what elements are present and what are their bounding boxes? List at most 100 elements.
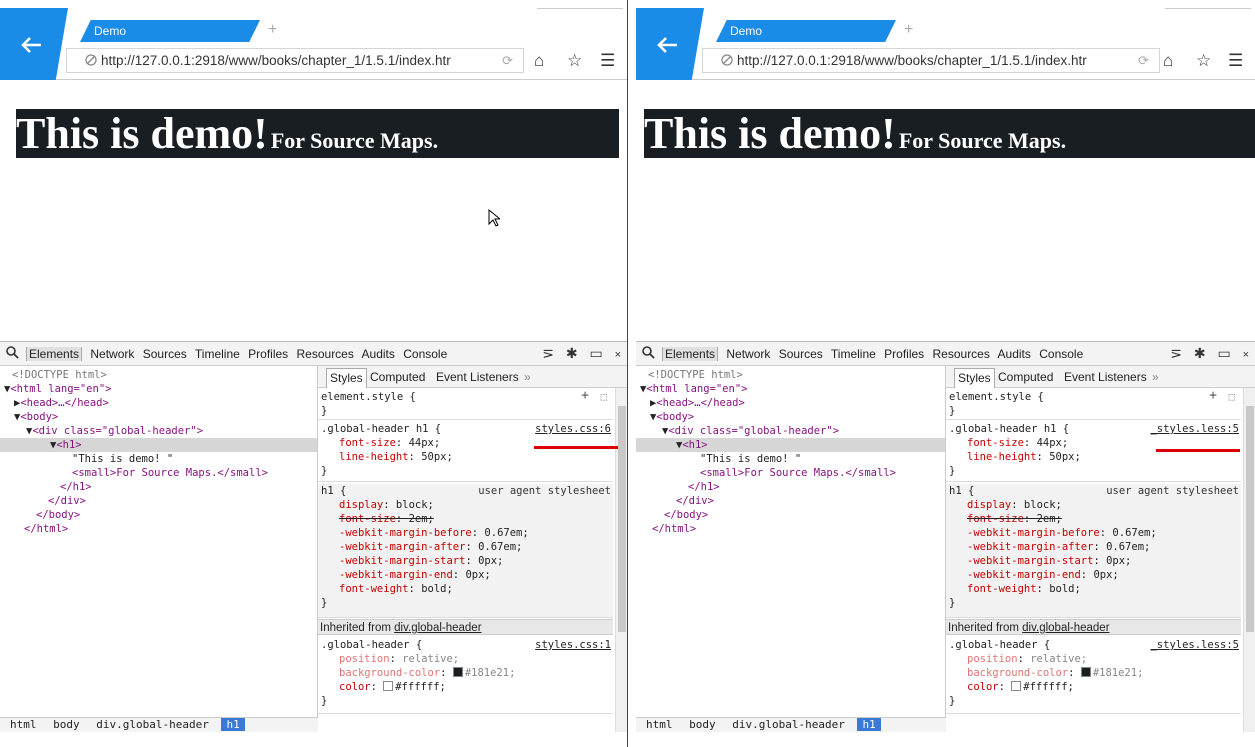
- tab-demo[interactable]: Demo: [716, 20, 896, 42]
- rule-source-link[interactable]: styles.css:6: [535, 422, 611, 436]
- tab-event-listeners[interactable]: Event Listeners: [436, 370, 519, 384]
- inherited-from-link[interactable]: div.global-header: [1022, 622, 1109, 634]
- color-swatch[interactable]: [452, 667, 463, 677]
- tab-console[interactable]: Console: [403, 347, 447, 361]
- dom-node[interactable]: <!DOCTYPE html>: [648, 368, 743, 382]
- prop-name[interactable]: line-height: [967, 451, 1037, 463]
- styles-scrollbar[interactable]: [1243, 388, 1255, 732]
- dom-node[interactable]: </h1>: [688, 480, 720, 494]
- crumb-div[interactable]: div.global-header: [732, 718, 845, 731]
- prop-value[interactable]: #ffffff;: [395, 681, 446, 693]
- prop-value[interactable]: 44px;: [1037, 437, 1069, 449]
- tab-sources[interactable]: Sources: [779, 347, 823, 361]
- tab-resources[interactable]: Resources: [933, 347, 990, 361]
- prop-name[interactable]: line-height: [339, 451, 409, 463]
- crumb-h1[interactable]: h1: [857, 718, 881, 731]
- dom-node[interactable]: </h1>: [60, 480, 92, 494]
- tab-styles[interactable]: Styles: [954, 368, 995, 388]
- dom-node[interactable]: ▼<body>: [14, 410, 58, 424]
- dom-node[interactable]: ▼<div class="global-header">: [26, 424, 203, 438]
- crumb-html[interactable]: html: [646, 718, 673, 731]
- prop-value[interactable]: #ffffff;: [1023, 681, 1074, 693]
- tab-elements[interactable]: Elements: [662, 347, 719, 361]
- new-style-rule-icon[interactable]: +: [1209, 389, 1217, 403]
- star-icon[interactable]: ☆: [567, 51, 582, 71]
- tab-demo[interactable]: Demo: [80, 20, 260, 42]
- color-swatch[interactable]: [383, 681, 394, 691]
- tab-computed[interactable]: Computed: [998, 370, 1053, 384]
- close-icon[interactable]: ×: [1243, 349, 1249, 361]
- dom-node[interactable]: </html>: [24, 522, 68, 536]
- home-icon[interactable]: ⌂: [534, 51, 544, 71]
- tab-audits[interactable]: Audits: [362, 347, 395, 361]
- tab-sources[interactable]: Sources: [143, 347, 187, 361]
- scrollbar-thumb[interactable]: [618, 406, 626, 632]
- dom-node[interactable]: <small>For Source Maps.</small>: [700, 466, 896, 480]
- prop-value[interactable]: 44px;: [409, 437, 441, 449]
- dom-node[interactable]: ▼<body>: [650, 410, 694, 424]
- address-bar[interactable]: http://127.0.0.1:2918/www/books/chapter_…: [702, 48, 1160, 73]
- tab-network[interactable]: Network: [90, 347, 134, 361]
- new-tab-button[interactable]: +: [268, 20, 277, 40]
- back-button[interactable]: [0, 8, 68, 80]
- gear-icon[interactable]: ✱: [1194, 345, 1206, 361]
- dom-node[interactable]: ▼<div class="global-header">: [662, 424, 839, 438]
- dom-node[interactable]: </html>: [652, 522, 696, 536]
- color-swatch[interactable]: [1011, 681, 1022, 691]
- dom-node[interactable]: </body>: [664, 508, 708, 522]
- crumb-body[interactable]: body: [53, 718, 80, 731]
- gear-icon[interactable]: ✱: [566, 345, 578, 361]
- color-swatch[interactable]: [1080, 667, 1091, 677]
- prop-name[interactable]: color: [339, 681, 371, 693]
- crumb-html[interactable]: html: [10, 718, 37, 731]
- inherited-from-link[interactable]: div.global-header: [394, 622, 481, 634]
- dom-node[interactable]: <small>For Source Maps.</small>: [72, 466, 268, 480]
- tab-profiles[interactable]: Profiles: [248, 347, 288, 361]
- rule-source-link[interactable]: _styles.less:5: [1150, 422, 1239, 436]
- dom-node[interactable]: </body>: [36, 508, 80, 522]
- tab-network[interactable]: Network: [726, 347, 770, 361]
- console-drawer-icon[interactable]: ⋝: [1170, 345, 1182, 361]
- search-icon[interactable]: [6, 346, 19, 359]
- dom-node[interactable]: "This is demo! ": [700, 452, 801, 466]
- dom-node[interactable]: ▶<head>…</head>: [650, 396, 745, 410]
- tab-timeline[interactable]: Timeline: [831, 347, 876, 361]
- prop-name[interactable]: font-size: [967, 437, 1024, 449]
- reload-icon[interactable]: ⟳: [502, 53, 513, 69]
- rule-source-link[interactable]: styles.css:1: [535, 638, 611, 652]
- dock-icon[interactable]: ▭: [589, 345, 602, 361]
- tab-audits[interactable]: Audits: [998, 347, 1031, 361]
- tab-profiles[interactable]: Profiles: [884, 347, 924, 361]
- star-icon[interactable]: ☆: [1196, 51, 1211, 71]
- dom-node[interactable]: ▼<html lang="en">: [640, 382, 747, 396]
- prop-value[interactable]: 50px;: [1049, 451, 1081, 463]
- new-tab-button[interactable]: +: [904, 20, 913, 40]
- back-button[interactable]: [636, 8, 704, 80]
- dom-node[interactable]: ▶<head>…</head>: [14, 396, 109, 410]
- menu-icon[interactable]: ☰: [600, 51, 615, 71]
- more-tabs-icon[interactable]: »: [1152, 370, 1159, 384]
- prop-name[interactable]: font-size: [339, 437, 396, 449]
- tab-timeline[interactable]: Timeline: [195, 347, 240, 361]
- dom-node-selected[interactable]: ▼<h1>: [636, 438, 945, 452]
- new-style-rule-icon[interactable]: +: [581, 389, 589, 403]
- close-icon[interactable]: ×: [615, 349, 621, 361]
- dom-node-selected[interactable]: ▼<h1>: [0, 438, 317, 452]
- tab-console[interactable]: Console: [1039, 347, 1083, 361]
- crumb-div[interactable]: div.global-header: [96, 718, 209, 731]
- dom-node[interactable]: <!DOCTYPE html>: [12, 368, 107, 382]
- dom-node[interactable]: "This is demo! ": [72, 452, 173, 466]
- search-icon[interactable]: [642, 346, 655, 359]
- home-icon[interactable]: ⌂: [1163, 51, 1173, 71]
- prop-value[interactable]: 50px;: [421, 451, 453, 463]
- menu-icon[interactable]: ☰: [1228, 51, 1243, 71]
- element-state-icon[interactable]: ⬚: [601, 390, 607, 404]
- crumb-body[interactable]: body: [689, 718, 716, 731]
- tab-computed[interactable]: Computed: [370, 370, 425, 384]
- dock-icon[interactable]: ▭: [1217, 345, 1230, 361]
- tab-styles[interactable]: Styles: [326, 368, 367, 388]
- console-drawer-icon[interactable]: ⋝: [542, 345, 554, 361]
- tab-event-listeners[interactable]: Event Listeners: [1064, 370, 1147, 384]
- dom-node[interactable]: </div>: [48, 494, 86, 508]
- dom-node[interactable]: ▼<html lang="en">: [4, 382, 111, 396]
